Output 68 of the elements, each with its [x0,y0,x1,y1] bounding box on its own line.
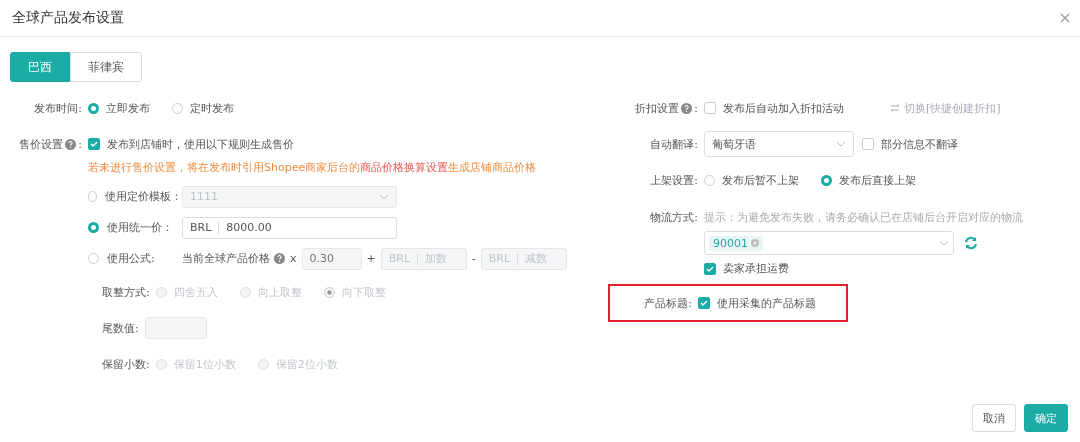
country-tab[interactable]: 菲律宾 [70,52,142,82]
radio-label: 向上取整 [257,284,302,300]
multiply-sign: x [290,252,297,265]
remove-icon[interactable] [751,239,759,247]
tag-chip: 90001 [709,235,763,251]
checkbox-label: 发布到店铺时，使用以下规则生成售价 [107,136,294,152]
logistics-select[interactable]: 90001 [704,231,954,255]
price-input[interactable]: BRL 8000.00 [182,216,397,239]
field-label: 产品标题: [643,295,693,311]
confirm-button[interactable]: 确定 [1024,404,1068,432]
radio-button[interactable] [172,102,183,114]
caret-icon [379,193,389,200]
help-icon[interactable] [65,138,77,150]
radio-label: 使用公式: [107,251,155,266]
field-label: 保留小数: [102,356,150,372]
checkbox-label: 发布后自动加入折扣活动 [723,100,844,116]
radio-label: 发布后直接上架 [839,172,916,188]
field-label: 发布时间: [33,100,83,116]
formula-label: 当前全球产品价格 [182,251,270,266]
hint-text: 提示：为避免发布失败，请务必确认已在店铺后台开启对应的物流 [704,210,1023,225]
radio-button[interactable] [88,222,99,233]
checkbox-label: 卖家承担运费 [723,261,789,276]
radio-button[interactable] [88,102,99,114]
checkbox[interactable] [704,262,716,275]
radio-label: 使用统一价： [107,220,173,235]
field-label: 折扣设置 [635,100,680,116]
multiplier-input[interactable]: 0.30 [301,247,362,270]
radio-button[interactable] [704,174,715,186]
radio-label: 使用定价模板： [105,189,182,204]
label-colon: : [694,101,698,115]
radio-label: 向下取整 [341,284,386,300]
notice-text: 若未进行售价设置，将在发布时引用Shopee商家后台的商品价格换算设置生成店铺商品价格 [88,160,538,175]
field-label: 自动翻译: [649,136,699,152]
field-label: 物流方式: [649,210,699,224]
radio-button[interactable] [821,174,832,186]
help-icon[interactable] [274,253,285,264]
radio-button[interactable] [88,191,97,202]
field-label: 售价设置 [19,136,64,152]
radio-button[interactable] [323,286,335,298]
checkbox[interactable] [698,297,710,309]
radio-button[interactable] [88,253,99,264]
field-label: 取整方式: [102,284,150,300]
checkbox[interactable] [704,102,716,114]
radio-label: 发布后暂不上架 [722,172,799,188]
field-label: 尾数值: [102,320,139,336]
settings-link[interactable]: 商品价格换算设置 [360,161,449,174]
minus-sign: - [471,252,476,265]
radio-label: 立即发布 [106,100,150,116]
caret-icon [939,240,949,246]
caret-icon [836,141,846,147]
checkbox[interactable] [862,138,874,150]
radio-label: 定时发布 [190,100,234,116]
checkbox-label: 部分信息不翻译 [881,136,958,152]
language-select[interactable]: 葡萄牙语 [704,131,854,157]
tail-input[interactable] [144,317,207,339]
country-tab[interactable]: 巴西 [10,52,70,82]
dialog-title: 全球产品发布设置 [12,9,124,27]
close-icon[interactable] [1060,13,1070,23]
switch-link[interactable]: 切换[快捷创建折扣] [904,100,1001,116]
cancel-button[interactable]: 取消 [972,404,1016,432]
help-icon[interactable] [681,102,693,114]
label-colon: : [78,137,82,151]
swap-icon [890,104,900,112]
plus-sign: + [366,252,376,265]
field-label: 上架设置: [649,172,699,188]
checkbox-label: 使用采集的产品标题 [717,295,816,311]
refresh-icon[interactable] [964,236,978,250]
checkbox[interactable] [88,138,100,150]
